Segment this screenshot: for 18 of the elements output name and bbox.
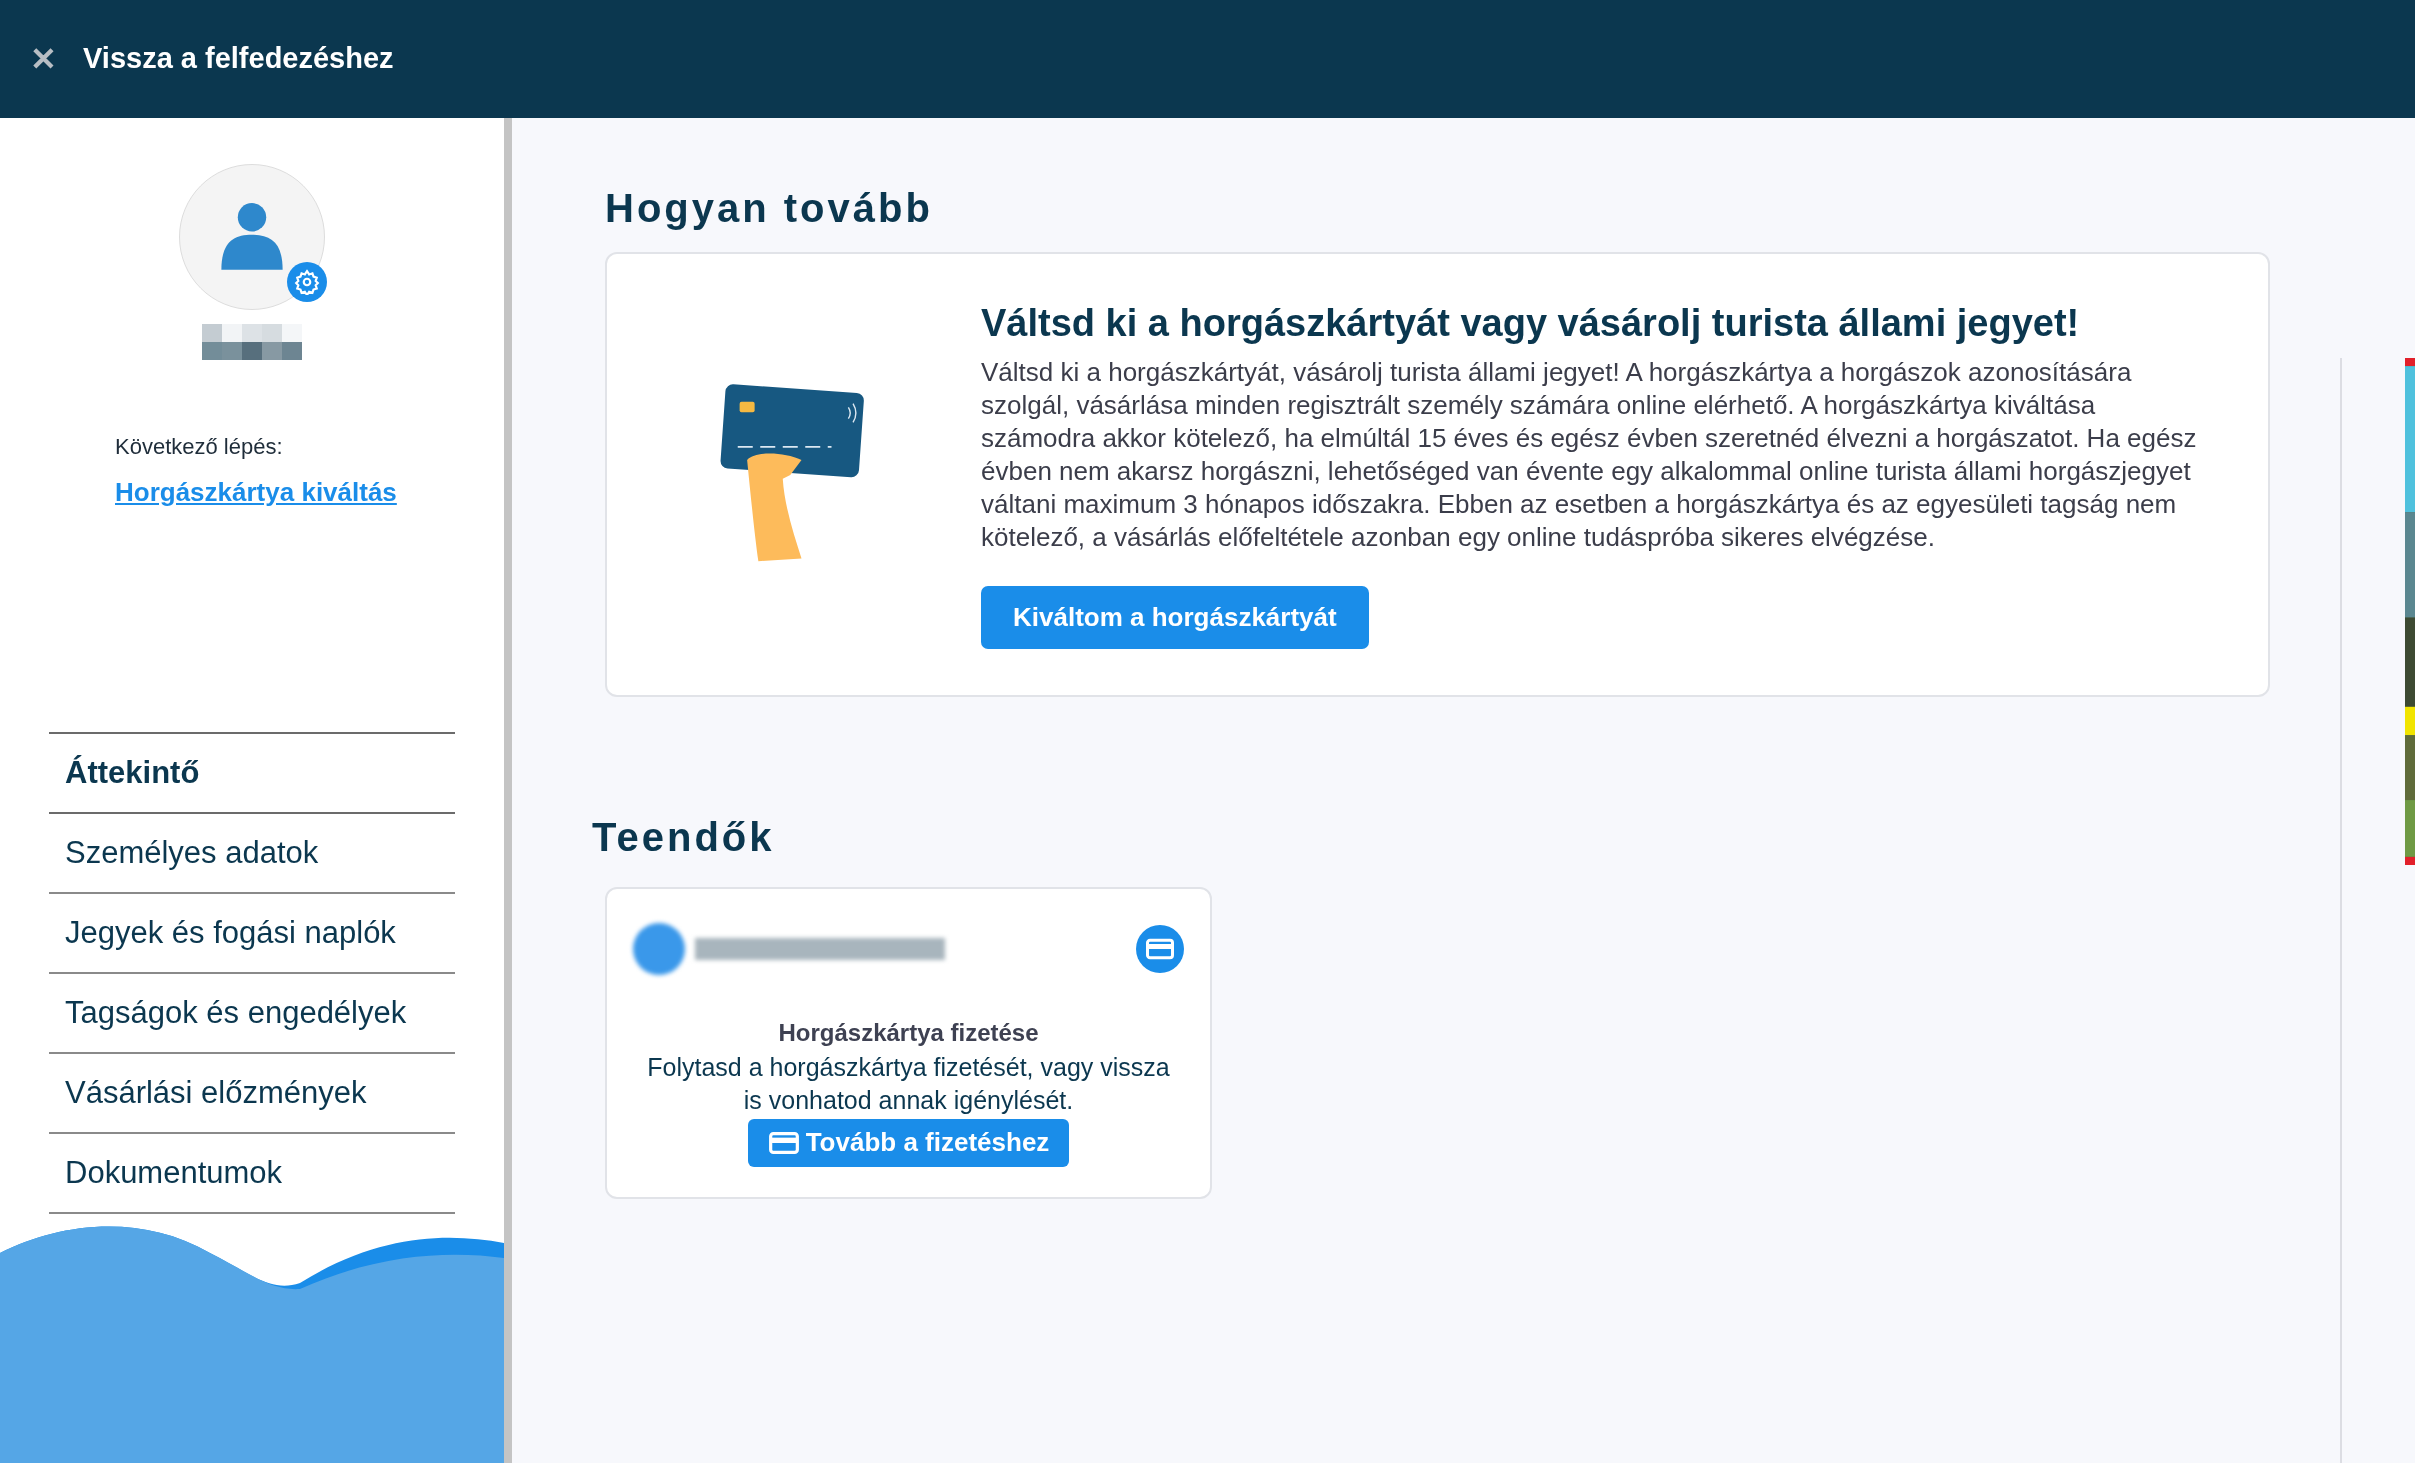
card-icon: [1136, 924, 1184, 973]
todo-title: Horgászkártya fizetése: [778, 1017, 1039, 1048]
close-icon[interactable]: ✕: [30, 35, 57, 83]
section-heading: Hogyan tovább: [605, 185, 934, 232]
back-link[interactable]: Vissza a felfedezéshez: [83, 37, 394, 81]
settings-icon[interactable]: [287, 262, 327, 302]
blurred-icon: [633, 922, 685, 975]
nav-item[interactable]: Vásárlási előzmények: [49, 1054, 455, 1134]
nav-item[interactable]: Dokumentumok: [49, 1134, 455, 1214]
card-title: Váltsd ki a horgászkártyát vagy vásárolj turista állami jegyet!: [981, 301, 2081, 346]
nav-item[interactable]: Személyes adatok: [49, 814, 455, 894]
nav-item[interactable]: Tagságok és engedélyek: [49, 974, 455, 1054]
todo-text: Folytasd a horgászkártya fizetését, vagy vissza is vonhatod annak igénylését.: [646, 1051, 1171, 1116]
card-text: Váltsd ki a horgászkártyát, vásárolj turista állami jegyet! A horgászkártya a horgászok azonosítására szolgál, vásárlása minden regisztrált személy számára online elérhető. A horgászkártya kiváltása számodra akkor kötelező, ha elmúltál 15 éves és egész évben szeretnéd élvezni a horgászatot. Ha egész évben nem akarsz horgászni, lehetőséged van évente egy alkalommal online turista állami horgászjegyet váltani maximum 3 hónapos időszakra. Ebben az esetben a horgászkártya és az egyesületi tagság nem kötelező, a vásárlás előfeltétele azonban egy online tudáspróba sikeres elvégzése.: [981, 355, 2198, 554]
next-step-label: Következő lépés:: [115, 433, 284, 461]
section-heading: Teendők: [592, 813, 776, 861]
nav-item[interactable]: Jegyek és fogási naplók: [49, 894, 455, 974]
nav-item[interactable]: Áttekintő: [49, 734, 455, 814]
